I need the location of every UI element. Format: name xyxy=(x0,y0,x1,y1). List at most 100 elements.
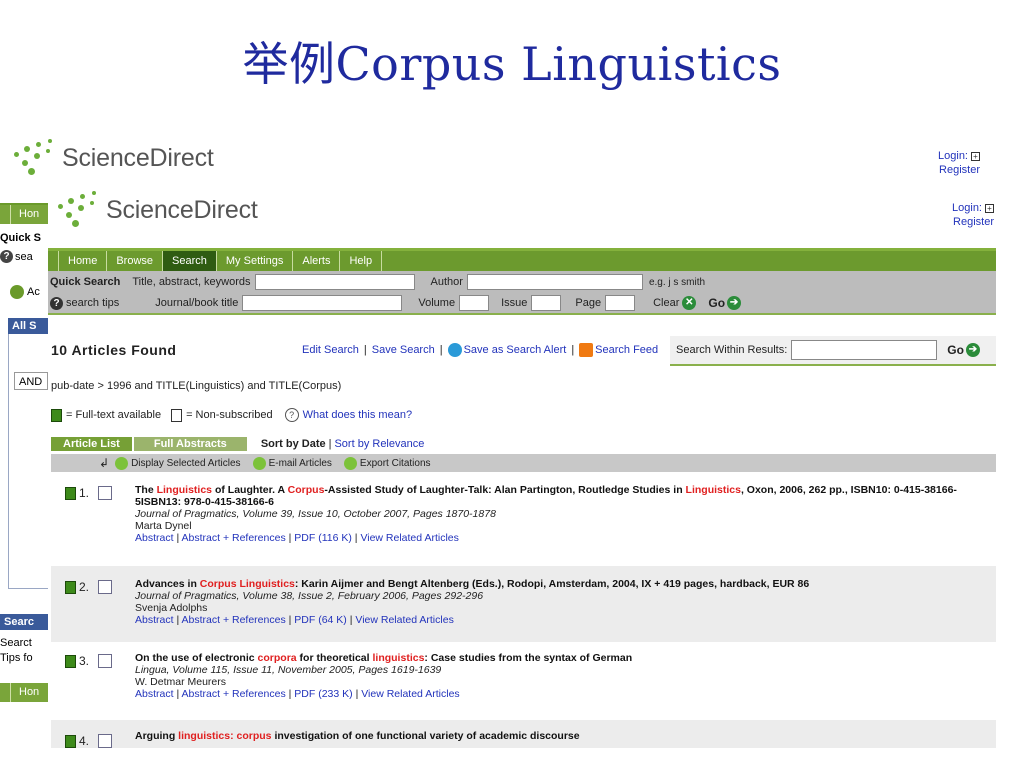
register-link[interactable]: Register xyxy=(940,215,994,229)
go-arrow-icon: ➔ xyxy=(965,343,980,357)
export-citations-button[interactable]: Export Citations xyxy=(343,456,431,470)
volume-label: Volume xyxy=(418,297,456,309)
save-alert-link[interactable]: Save as Search Alert xyxy=(464,344,567,356)
result-journal: Journal of Pragmatics, Volume 39, Issue … xyxy=(135,508,496,520)
issue-input[interactable] xyxy=(531,295,562,311)
slide-title: 举例Corpus Linguistics xyxy=(242,37,782,91)
article-actions-bar: ↲ Display Selected Articles E-mail Artic… xyxy=(51,454,996,472)
display-selected-button[interactable]: Display Selected Articles xyxy=(115,456,241,470)
journal-label: Journal/book title xyxy=(155,297,239,309)
page-input[interactable] xyxy=(605,295,636,311)
result-item: 2. Advances in Corpus Linguistics: Karin… xyxy=(51,566,996,642)
nav-search[interactable]: Search xyxy=(163,251,217,271)
nav-home[interactable]: Home xyxy=(58,251,108,271)
clear-button[interactable]: Clear ✕ xyxy=(653,296,697,310)
edit-search-link[interactable]: Edit Search xyxy=(302,344,359,356)
result-checkbox[interactable] xyxy=(98,486,113,500)
nav-browse[interactable]: Browse xyxy=(107,251,164,271)
result-checkbox[interactable] xyxy=(98,734,113,748)
result-checkbox[interactable] xyxy=(98,654,113,668)
result-number: 2. xyxy=(65,580,113,594)
result-author: Svenja Adolphs xyxy=(135,602,208,614)
results-header: 10 Articles Found Edit Search | Save Sear… xyxy=(48,336,996,370)
abstract-link[interactable]: Abstract xyxy=(135,532,174,544)
plus-icon: + xyxy=(971,151,980,161)
back-all-sources-tab[interactable]: All S xyxy=(8,318,52,334)
sciencedirect-dots-icon xyxy=(8,138,60,178)
result-journal: Journal of Pragmatics, Volume 38, Issue … xyxy=(135,590,484,602)
pdf-link[interactable]: PDF (64 K) xyxy=(294,614,347,626)
full-text-label: = Full-text available xyxy=(66,409,162,421)
help-icon: ? xyxy=(0,250,13,263)
result-links: Abstract | Abstract + References | PDF (… xyxy=(135,614,454,626)
tab-article-list[interactable]: Article List xyxy=(51,437,132,451)
tab-full-abstracts[interactable]: Full Abstracts xyxy=(133,437,247,451)
result-title[interactable]: Advances in Corpus Linguistics: Karin Ai… xyxy=(135,578,990,590)
result-item: 1. The Linguistics of Laughter. A Corpus… xyxy=(51,482,996,560)
abstract-link[interactable]: Abstract xyxy=(135,614,174,626)
result-author: W. Detmar Meurers xyxy=(135,676,227,688)
journal-input[interactable] xyxy=(242,295,403,311)
author-input[interactable] xyxy=(466,274,643,290)
save-search-link[interactable]: Save Search xyxy=(372,344,435,356)
nav-alerts[interactable]: Alerts xyxy=(293,251,341,271)
abstract-link[interactable]: Abstract xyxy=(135,688,174,700)
sort-by-date: Sort by Date xyxy=(260,438,326,450)
non-subscribed-doc-icon xyxy=(171,408,183,422)
result-checkbox[interactable] xyxy=(98,580,113,594)
sort-by-relevance-link[interactable]: Sort by Relevance xyxy=(334,438,424,450)
back-quick-search-label: Quick S xyxy=(0,232,41,244)
author-example: e.g. j s smith xyxy=(648,276,706,288)
nav-my-settings[interactable]: My Settings xyxy=(217,251,294,271)
advanced-search-icon xyxy=(10,285,24,299)
logo-wordmark: ScienceDirect xyxy=(62,143,214,172)
pdf-link[interactable]: PDF (233 K) xyxy=(294,688,352,700)
back-boolean-select[interactable]: AND xyxy=(14,372,48,390)
login-link[interactable]: Login: + xyxy=(940,201,994,215)
related-articles-link[interactable]: View Related Articles xyxy=(361,688,459,700)
page-label: Page xyxy=(575,297,602,309)
abstract-references-link[interactable]: Abstract + References xyxy=(182,614,286,626)
result-number: 4. xyxy=(65,734,113,748)
result-links: Abstract | Abstract + References | PDF (… xyxy=(135,688,460,700)
nav-help[interactable]: Help xyxy=(340,251,383,271)
result-title[interactable]: Arguing linguistics: corpus investigatio… xyxy=(135,730,990,742)
search-tips-link[interactable]: search tips xyxy=(66,297,119,309)
result-links: Abstract | Abstract + References | PDF (… xyxy=(135,532,459,544)
result-title[interactable]: On the use of electronic corpora for the… xyxy=(135,652,990,664)
what-does-this-mean-link[interactable]: What does this mean? xyxy=(303,409,412,421)
volume-input[interactable] xyxy=(459,295,490,311)
full-text-doc-icon xyxy=(65,654,76,668)
check-icon xyxy=(115,456,129,470)
back-nav-home[interactable]: Hon xyxy=(10,205,48,224)
related-articles-link[interactable]: View Related Articles xyxy=(360,532,458,544)
front-sciencedirect-logo[interactable]: ScienceDirect xyxy=(52,190,258,230)
search-within-go-button[interactable]: Go ➔ xyxy=(947,343,980,357)
top-nav-bar: Home Browse Search My Settings Alerts He… xyxy=(48,248,996,271)
back-login-box: Login: + Register xyxy=(926,149,980,177)
search-feed-link[interactable]: Search Feed xyxy=(595,344,658,356)
go-button[interactable]: Go ➔ xyxy=(708,296,742,310)
abstract-references-link[interactable]: Abstract + References xyxy=(182,688,286,700)
legend: = Full-text available = Non-subscribed ?… xyxy=(51,408,412,422)
login-link[interactable]: Login: + xyxy=(926,149,980,163)
email-articles-button[interactable]: E-mail Articles xyxy=(252,456,332,470)
result-journal: Lingua, Volume 115, Issue 11, November 2… xyxy=(135,664,442,676)
result-title[interactable]: The Linguistics of Laughter. A Corpus-As… xyxy=(135,484,990,508)
back-search-tips[interactable]: ? sea xyxy=(0,250,48,263)
abstract-references-link[interactable]: Abstract + References xyxy=(182,532,286,544)
keywords-input[interactable] xyxy=(254,274,415,290)
full-text-doc-icon xyxy=(65,580,76,594)
result-author: Marta Dynel xyxy=(135,520,192,532)
keywords-label: Title, abstract, keywords xyxy=(132,276,251,288)
search-within-input[interactable] xyxy=(791,340,938,360)
related-articles-link[interactable]: View Related Articles xyxy=(355,614,453,626)
back-footer-home[interactable]: Hon xyxy=(10,683,48,702)
email-icon xyxy=(252,456,266,470)
pdf-link[interactable]: PDF (116 K) xyxy=(294,532,352,544)
register-link[interactable]: Register xyxy=(926,163,980,177)
back-sciencedirect-logo[interactable]: ScienceDirect xyxy=(8,138,214,178)
logo-wordmark: ScienceDirect xyxy=(106,195,258,224)
back-footer-nav: Hon xyxy=(0,683,48,702)
full-text-doc-icon xyxy=(65,486,76,500)
